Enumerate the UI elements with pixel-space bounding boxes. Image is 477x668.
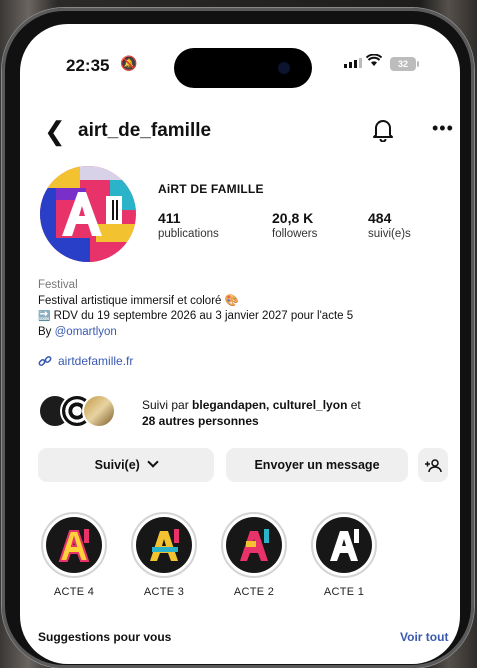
bio-mention-link[interactable]: @omartlyon: [55, 326, 117, 338]
followed-prefix: Suivi par: [142, 398, 193, 412]
status-time: 22:35: [66, 56, 110, 75]
send-message-button[interactable]: Envoyer un message: [226, 448, 408, 482]
profile-bio: Festival Festival artistique immersif et…: [38, 278, 448, 340]
send-message-button-label: Envoyer un message: [254, 458, 380, 472]
camera-icon: [278, 62, 290, 74]
stat-followers[interactable]: 20,8 K followers: [272, 210, 317, 240]
highlight-cover: [226, 517, 282, 573]
signal-icon: [344, 58, 362, 68]
follower-avatar: [82, 394, 116, 428]
soon-arrow-icon: 🔜: [38, 311, 51, 322]
stat-value: 20,8 K: [272, 210, 314, 226]
battery-icon: 32: [390, 57, 419, 71]
website-link[interactable]: airtdefamille.fr: [38, 354, 133, 368]
more-options-icon[interactable]: •••: [432, 118, 454, 139]
highlight-cover: [316, 517, 372, 573]
profile-username: airt_de_famille: [78, 120, 212, 141]
following-button[interactable]: Suivi(e): [38, 448, 214, 482]
link-icon: [38, 356, 52, 366]
status-bar: 22:35 🔕 32: [20, 24, 460, 88]
see-all-link[interactable]: Voir tout: [400, 630, 448, 644]
followed-names: blegandapen, culturel_lyon: [192, 398, 348, 412]
phone-frame: 22:35 🔕 32 ❮ airt_de_famille ••• AiRT DE…: [2, 8, 474, 668]
highlight-ring: [131, 512, 197, 578]
highlight-label: ACTE 2: [233, 586, 275, 598]
highlight-cover: [136, 517, 192, 573]
back-arrow-icon[interactable]: ❮: [44, 116, 66, 146]
stat-value: 411: [158, 210, 181, 226]
followed-middle: et: [347, 398, 361, 412]
highlight-acte-4[interactable]: ACTE 4: [34, 512, 114, 598]
stat-label: suivi(e)s: [368, 228, 411, 240]
stat-label: followers: [272, 228, 318, 240]
chevron-down-icon: [147, 456, 159, 468]
stat-label: publications: [158, 228, 219, 240]
notification-bell-icon[interactable]: [372, 118, 394, 142]
stat-value: 484: [368, 210, 392, 226]
highlight-ring: [41, 512, 107, 578]
website-link-text: airtdefamille.fr: [58, 354, 134, 368]
stat-publications[interactable]: 411 publications: [158, 210, 219, 240]
highlight-acte-3[interactable]: ACTE 3: [124, 512, 204, 598]
bio-line: 🔜 RDV du 19 septembre 2026 au 3 janvier …: [38, 309, 448, 325]
highlight-acte-1[interactable]: ACTE 1: [304, 512, 384, 598]
add-person-icon: [425, 458, 442, 472]
bio-by-prefix: By: [38, 325, 55, 338]
silent-mode-icon: 🔕: [120, 55, 138, 71]
wifi-icon: [365, 52, 383, 72]
profile-avatar[interactable]: [40, 166, 136, 262]
highlight-cover: [46, 517, 102, 573]
following-button-label: Suivi(e): [94, 458, 140, 472]
highlight-label: ACTE 1: [323, 586, 365, 598]
followed-others: 28 autres personnes: [142, 414, 259, 428]
highlight-label: ACTE 4: [53, 586, 95, 598]
suggest-users-button[interactable]: [418, 448, 448, 482]
highlight-acte-2[interactable]: ACTE 2: [214, 512, 294, 598]
profile-category: Festival: [38, 279, 78, 291]
highlight-ring: [311, 512, 377, 578]
suggestions-title: Suggestions pour vous: [38, 630, 172, 644]
followed-by-text: Suivi par blegandapen, culturel_lyon et …: [142, 397, 442, 429]
highlight-label: ACTE 3: [143, 586, 185, 598]
dynamic-island: [174, 48, 312, 88]
bio-line: By @omartlyon: [38, 325, 448, 341]
profile-header: ❮ airt_de_famille •••: [20, 116, 460, 152]
profile-display-name: AiRT DE FAMILLE: [158, 182, 264, 196]
stat-following[interactable]: 484 suivi(e)s: [368, 210, 411, 240]
bio-line-text: RDV du 19 septembre 2026 au 3 janvier 20…: [53, 310, 354, 322]
highlight-ring: [221, 512, 287, 578]
bio-line: Festival artistique immersif et coloré 🎨: [38, 294, 239, 307]
screen: 22:35 🔕 32 ❮ airt_de_famille ••• AiRT DE…: [20, 24, 460, 664]
